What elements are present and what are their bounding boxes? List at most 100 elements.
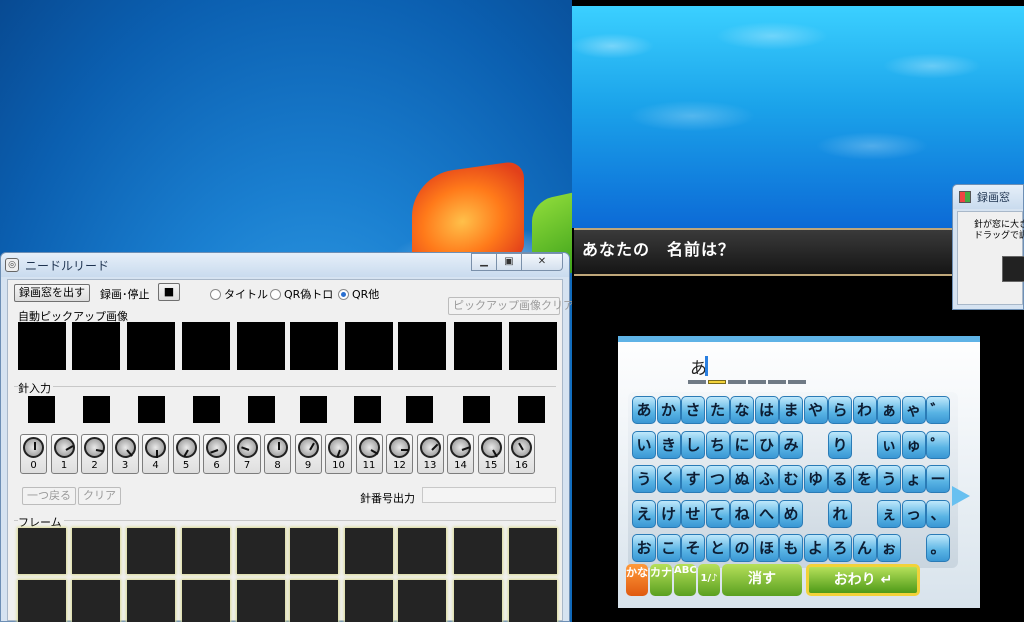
close-button[interactable]: ✕	[521, 253, 563, 271]
needle-dial-button[interactable]: 11	[355, 434, 383, 474]
needle-dial-button[interactable]: 14	[447, 434, 474, 474]
radio-qr-fake-dot[interactable]	[270, 288, 281, 300]
kana-key[interactable]: き	[656, 430, 681, 459]
record-preview-box[interactable]	[1002, 256, 1024, 282]
needle-dial-button[interactable]: 6	[203, 434, 230, 474]
kana-key[interactable]: い	[632, 430, 656, 459]
record-window-titlebar[interactable]: 録画窓	[953, 185, 1023, 209]
kana-key[interactable]: あ	[632, 396, 656, 424]
kana-key[interactable]: と	[705, 534, 730, 562]
kana-key[interactable]: か	[656, 396, 681, 424]
mode-symbol-key[interactable]: 1/♪	[698, 564, 720, 596]
kana-key[interactable]: の	[730, 534, 754, 562]
mode-abc-key[interactable]: ABC	[674, 564, 697, 596]
delete-key[interactable]: 消す	[722, 564, 802, 596]
kana-key[interactable]: は	[754, 396, 779, 424]
kana-key[interactable]: ゜	[926, 430, 950, 459]
kana-key[interactable]: た	[705, 396, 730, 424]
kana-key[interactable]: ほ	[754, 534, 779, 562]
kana-key[interactable]: う	[877, 465, 901, 493]
kana-key[interactable]: ん	[852, 534, 877, 562]
kana-key[interactable]: せ	[681, 499, 705, 528]
radio-qr-other-dot[interactable]	[338, 288, 349, 300]
needle-dial-button[interactable]: 13	[416, 434, 444, 474]
needle-output-field[interactable]	[422, 487, 556, 503]
kana-key[interactable]: お	[632, 534, 656, 562]
kana-key[interactable]: よ	[803, 534, 828, 562]
kana-key[interactable]: し	[681, 430, 705, 459]
kana-key[interactable]: に	[730, 430, 754, 459]
needle-dial-button[interactable]: 3	[111, 434, 139, 474]
clear-pickup-button[interactable]: ピックアップ画像クリア	[448, 297, 574, 315]
kana-key[interactable]: う	[632, 465, 656, 493]
kana-key[interactable]: ろ	[828, 534, 852, 562]
kana-key[interactable]: 、	[926, 499, 950, 528]
needle-dial-button[interactable]: 8	[264, 434, 291, 474]
kana-key[interactable]: を	[852, 465, 877, 493]
kana-key[interactable]: す	[681, 465, 705, 493]
kana-key[interactable]: っ	[901, 499, 926, 528]
kana-key[interactable]: り	[828, 430, 852, 459]
kana-key[interactable]: わ	[852, 396, 877, 424]
needle-dial-button[interactable]: 5	[172, 434, 200, 474]
kana-key[interactable]: 。	[926, 534, 950, 562]
needle-dial-button[interactable]: 15	[477, 434, 505, 474]
undo-button[interactable]: 一つ戻る	[22, 487, 76, 505]
needle-dial-button[interactable]: 12	[386, 434, 413, 474]
minimize-button[interactable]: ▁	[471, 253, 497, 271]
kana-key[interactable]: へ	[754, 499, 779, 528]
kana-key[interactable]: む	[779, 465, 803, 493]
kana-key[interactable]: て	[705, 499, 730, 528]
kana-key[interactable]: め	[779, 499, 803, 528]
kana-key[interactable]: も	[779, 534, 803, 562]
kana-key[interactable]: や	[803, 396, 828, 424]
kana-key[interactable]: ぬ	[730, 465, 754, 493]
needle-dial-button[interactable]: 1	[50, 434, 78, 474]
kana-key[interactable]: ょ	[901, 465, 926, 493]
maximize-button[interactable]: ▣	[496, 253, 522, 271]
kana-key[interactable]: ぉ	[877, 534, 901, 562]
kana-key[interactable]: ふ	[754, 465, 779, 493]
needle-dial-button[interactable]: 2	[81, 434, 108, 474]
kana-key[interactable]: ー	[926, 465, 950, 493]
window-titlebar[interactable]: ◎ ニードルリード ▁ ▣ ✕	[1, 253, 569, 277]
kana-key[interactable]: ね	[730, 499, 754, 528]
kana-key[interactable]: く	[656, 465, 681, 493]
kana-key[interactable]: え	[632, 499, 656, 528]
radio-qr-other[interactable]: QR他	[338, 286, 379, 302]
kana-key[interactable]: ゆ	[803, 465, 828, 493]
kana-key[interactable]: さ	[681, 396, 705, 424]
kana-key[interactable]: る	[828, 465, 852, 493]
kana-key[interactable]: み	[779, 430, 803, 459]
kana-key[interactable]: ひ	[754, 430, 779, 459]
radio-title-dot[interactable]	[210, 288, 221, 300]
needle-dial-button[interactable]: 0	[20, 434, 47, 474]
kana-key[interactable]: ま	[779, 396, 803, 424]
needle-dial-button[interactable]: 9	[294, 434, 322, 474]
needle-dial-button[interactable]: 16	[508, 434, 535, 474]
arrow-right-icon[interactable]	[952, 486, 970, 506]
mode-katakana-key[interactable]: カナ	[650, 564, 672, 596]
finish-key[interactable]: おわり ↵	[806, 564, 920, 596]
kana-key[interactable]: れ	[828, 499, 852, 528]
mode-kana-key[interactable]: かな	[626, 564, 648, 596]
kana-key[interactable]: ゛	[926, 396, 950, 424]
kana-key[interactable]: け	[656, 499, 681, 528]
kana-key[interactable]: ぇ	[877, 499, 901, 528]
kana-key[interactable]: な	[730, 396, 754, 424]
kana-key[interactable]: つ	[705, 465, 730, 493]
kana-key[interactable]: ぁ	[877, 396, 901, 424]
kana-key[interactable]: ち	[705, 430, 730, 459]
kana-key[interactable]: そ	[681, 534, 705, 562]
kana-key[interactable]: ゃ	[901, 396, 926, 424]
radio-qr-fake[interactable]: QR偽トロ	[270, 286, 333, 302]
clear-button[interactable]: クリア	[78, 487, 121, 505]
kana-key[interactable]: ら	[828, 396, 852, 424]
needle-dial-button[interactable]: 4	[142, 434, 169, 474]
kana-key[interactable]: ゅ	[901, 430, 926, 459]
record-window-button[interactable]: 録画窓を出す	[14, 284, 90, 302]
kana-key[interactable]: こ	[656, 534, 681, 562]
needle-dial-button[interactable]: 7	[233, 434, 261, 474]
radio-title[interactable]: タイトル	[210, 286, 268, 302]
needle-dial-button[interactable]: 10	[325, 434, 352, 474]
